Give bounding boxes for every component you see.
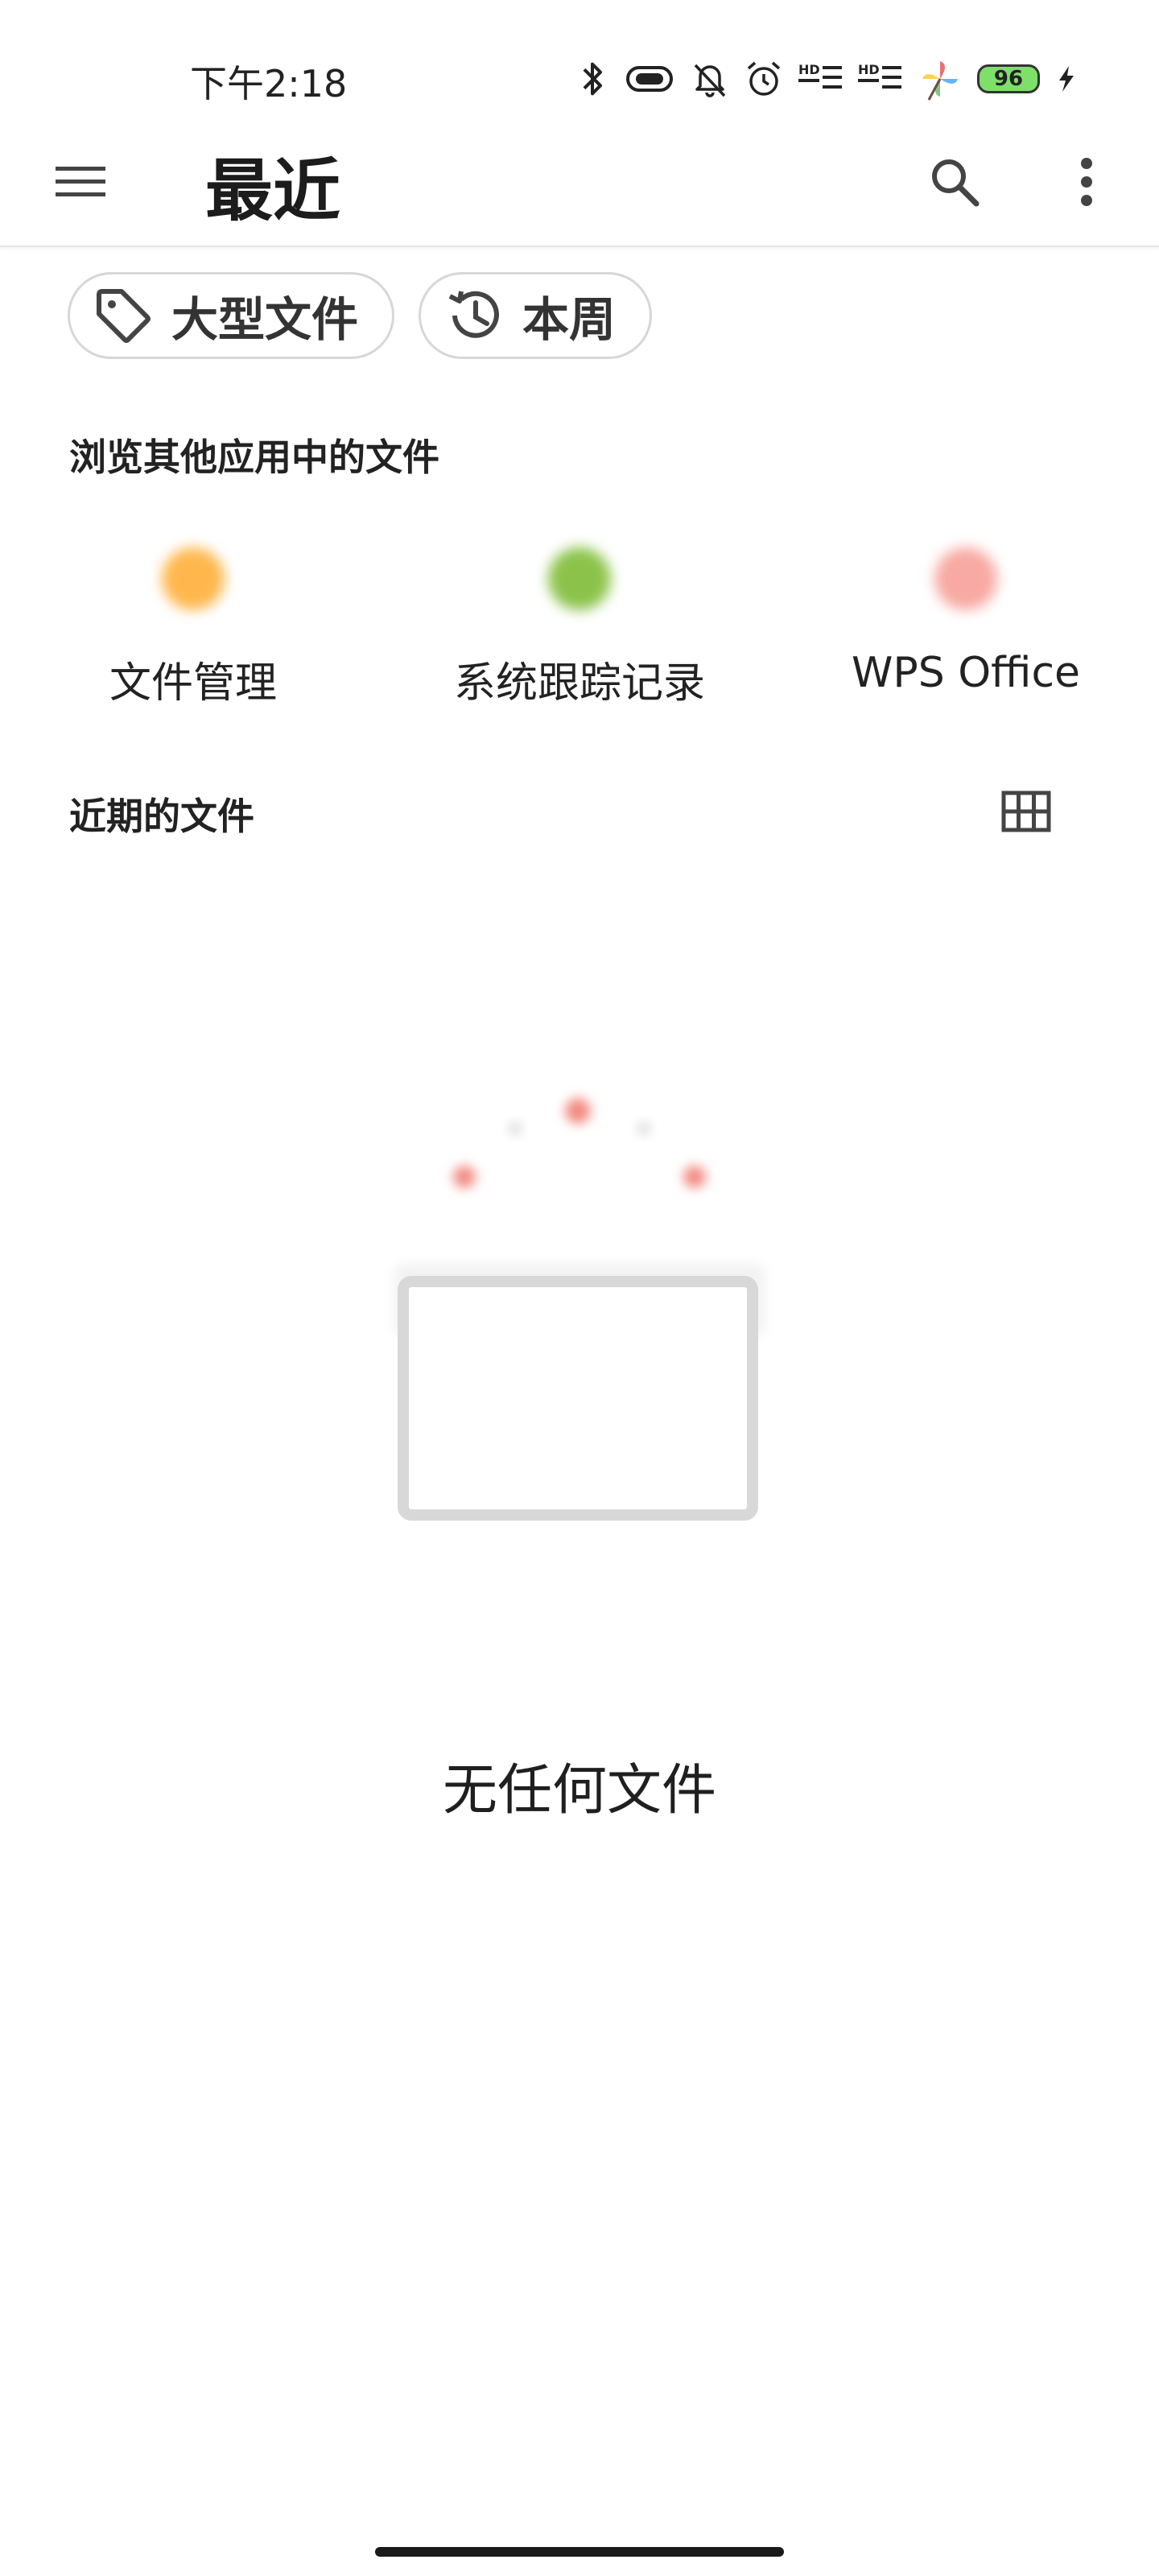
- more-vert-icon: [1081, 158, 1092, 206]
- hd-signal-icon: HD: [858, 62, 901, 89]
- pinwheel-icon: [922, 61, 958, 101]
- empty-state-message: 无任何文件: [442, 1759, 716, 1823]
- wps-office-icon: [934, 547, 997, 610]
- recent-section-title: 近期的文件: [69, 795, 254, 838]
- page-title: 最近: [205, 151, 341, 230]
- source-label: WPS Office: [851, 649, 1081, 697]
- grid-view-button[interactable]: [998, 787, 1054, 836]
- source-file-manager[interactable]: 文件管理: [0, 515, 386, 709]
- chip-label: 大型文件: [171, 292, 359, 347]
- chip-this-week[interactable]: 本周: [419, 272, 653, 359]
- bell-off-icon: [694, 64, 726, 97]
- browse-section-title: 浏览其他应用中的文件: [69, 436, 439, 479]
- source-system-tracing[interactable]: 系统跟踪记录: [386, 515, 773, 709]
- hd-signal-icon: HD: [798, 62, 842, 89]
- top-app-bar: 最近: [0, 121, 1159, 247]
- file-manager-icon: [162, 547, 225, 610]
- svg-text:HD: HD: [798, 62, 820, 77]
- source-wps-office[interactable]: WPS Office: [773, 515, 1159, 697]
- svg-text:HD: HD: [858, 62, 880, 77]
- search-button[interactable]: [922, 150, 987, 214]
- app-sources: 文件管理 系统跟踪记录 WPS Office: [0, 515, 1159, 724]
- charging-icon: [1059, 66, 1074, 92]
- battery-indicator: 96: [977, 64, 1040, 93]
- chip-large-files[interactable]: 大型文件: [68, 272, 395, 359]
- status-icons: HD HD 96: [576, 56, 1079, 101]
- alarm-icon: [747, 61, 781, 96]
- filter-chips: 大型文件 本周: [68, 272, 653, 359]
- chip-label: 本周: [522, 292, 617, 347]
- empty-folder-illustration: [394, 1098, 765, 1521]
- hamburger-menu-icon: [56, 167, 105, 196]
- source-label: 系统跟踪记录: [453, 659, 705, 708]
- system-tracing-icon: [548, 547, 611, 610]
- source-label: 文件管理: [109, 659, 277, 708]
- grid-view-icon: [1001, 791, 1051, 832]
- tag-icon: [97, 289, 151, 343]
- bluetooth-icon: [583, 62, 602, 96]
- status-time: 下午2:18: [190, 62, 348, 105]
- search-icon: [932, 159, 980, 207]
- vibrate-icon: [626, 66, 673, 92]
- history-icon: [448, 291, 499, 338]
- more-options-button[interactable]: [1054, 150, 1119, 214]
- gesture-navigation-bar[interactable]: [375, 2547, 784, 2557]
- menu-button[interactable]: [48, 150, 113, 214]
